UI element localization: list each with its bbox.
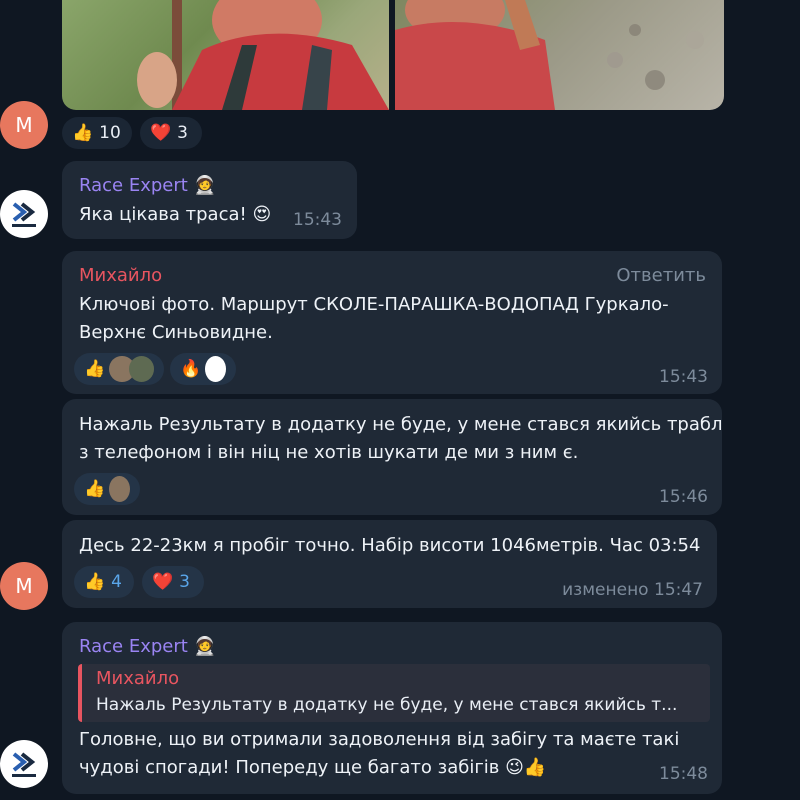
photo-album[interactable] xyxy=(62,0,724,110)
thumbs-up-icon: 👍 xyxy=(72,123,94,143)
heart-icon: ❤️ xyxy=(152,572,174,592)
message-time: 15:46 xyxy=(659,487,708,507)
message-bubble[interactable]: Нажаль Результату в додатку не буде, у м… xyxy=(62,399,723,515)
message-bubble[interactable]: Race Expert 🧑‍🚀 Яка цікава траса! 😍 15:4… xyxy=(62,161,357,239)
message-text-line: Верхнє Синьовидне. xyxy=(79,322,273,343)
astronaut-emoji-icon: 🧑‍🚀 xyxy=(193,636,216,657)
reaction-thumbs-up[interactable]: 👍 xyxy=(74,473,140,505)
reaction-fire[interactable]: 🔥 xyxy=(170,353,236,385)
thumbs-up-icon: 👍 xyxy=(84,359,106,379)
message-meta: изменено 15:47 xyxy=(562,580,703,600)
message-text: Десь 22-23км я пробіг точно. Набір висот… xyxy=(79,535,701,556)
message-text: Яка цікава траса! 😍 xyxy=(79,204,272,225)
avatar[interactable]: M xyxy=(0,562,48,610)
reply-button[interactable]: Ответить xyxy=(616,265,706,286)
reply-quote[interactable]: Михайло Нажаль Результату в додатку не б… xyxy=(78,664,710,722)
astronaut-emoji-icon: 🧑‍🚀 xyxy=(193,175,216,196)
album-photo-2[interactable] xyxy=(395,0,724,110)
reaction-thumbs-up[interactable]: 👍 xyxy=(74,353,164,385)
album-photo-1[interactable] xyxy=(62,0,389,110)
reaction-thumbs-up[interactable]: 👍 4 xyxy=(74,566,134,598)
message-time: 15:47 xyxy=(654,580,703,600)
reaction-count: 10 xyxy=(99,123,121,143)
race-expert-logo-icon xyxy=(12,752,36,777)
quote-sender: Михайло xyxy=(96,668,180,689)
reactor-avatar xyxy=(128,356,154,382)
reaction-count: 4 xyxy=(111,572,122,592)
message-bubble[interactable]: Десь 22-23км я пробіг точно. Набір висот… xyxy=(62,520,717,608)
reaction-heart[interactable]: ❤️ 3 xyxy=(142,566,204,598)
thumbs-up-icon: 👍 xyxy=(84,572,106,592)
reaction-thumbs-up[interactable]: 👍 10 xyxy=(62,117,132,149)
sender-name[interactable]: Race Expert 🧑‍🚀 xyxy=(79,175,216,196)
avatar-race-expert[interactable] xyxy=(0,740,48,788)
sender-name[interactable]: Race Expert 🧑‍🚀 xyxy=(79,636,216,657)
message-bubble[interactable]: Михайло Ответить Ключові фото. Маршрут С… xyxy=(62,251,722,394)
message-time: 15:43 xyxy=(659,367,708,387)
reactor-avatar xyxy=(109,476,130,502)
reaction-heart[interactable]: ❤️ 3 xyxy=(140,117,202,149)
heart-icon: ❤️ xyxy=(150,123,172,143)
edited-label: изменено xyxy=(562,580,649,600)
message-time: 15:43 xyxy=(293,210,342,230)
thumbs-up-icon: 👍 xyxy=(84,479,106,499)
reaction-count: 3 xyxy=(179,572,190,592)
quote-text: Нажаль Результату в додатку не буде, у м… xyxy=(96,695,678,715)
message-bubble[interactable]: Race Expert 🧑‍🚀 Михайло Нажаль Результат… xyxy=(62,622,722,794)
avatar-race-expert[interactable] xyxy=(0,190,48,238)
sender-name[interactable]: Михайло xyxy=(79,265,162,286)
message-time: 15:48 xyxy=(659,764,708,784)
fire-icon: 🔥 xyxy=(180,359,202,379)
message-text-line: чудові спогади! Попереду ще багато забіг… xyxy=(79,757,547,778)
avatar[interactable]: M xyxy=(0,101,48,149)
race-expert-logo-icon xyxy=(12,202,36,227)
reactor-avatar xyxy=(205,356,226,382)
message-text-line: з телефоном і він ніц не хотів шукати де… xyxy=(79,442,579,463)
reaction-count: 3 xyxy=(177,123,188,143)
